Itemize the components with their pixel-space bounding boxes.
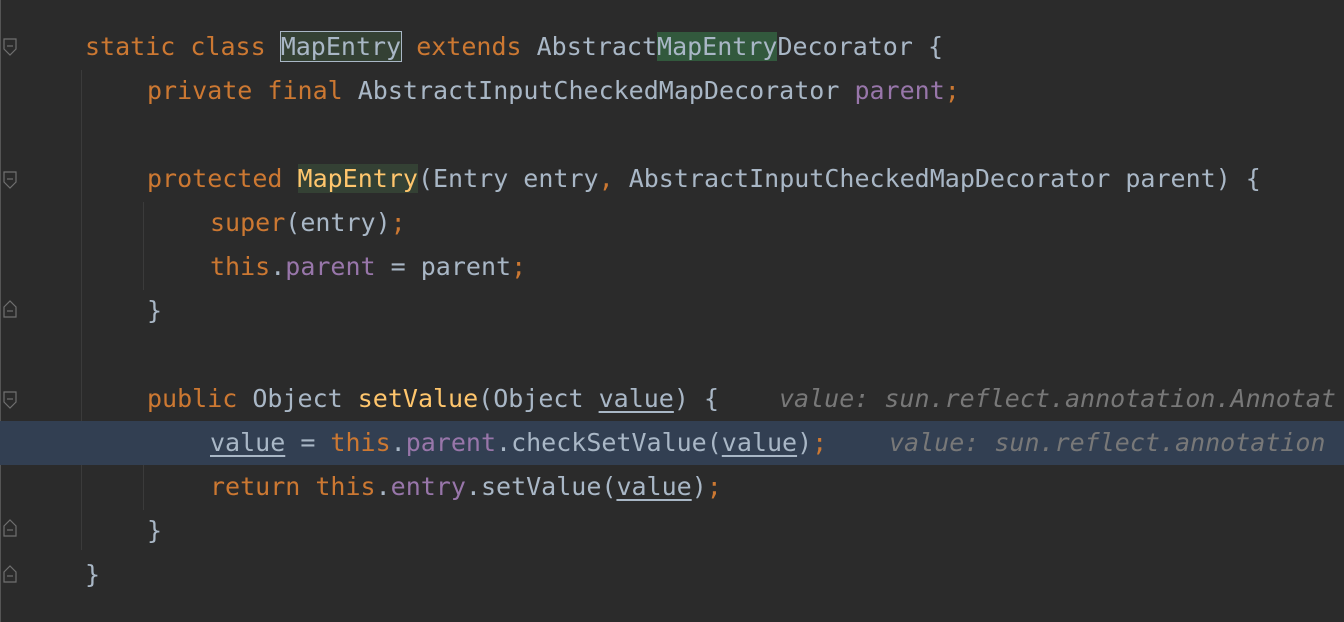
method-call[interactable]: .setValue( <box>466 472 617 501</box>
keyword: final <box>267 76 343 105</box>
paren: ) <box>691 472 707 501</box>
class-name[interactable]: MapEntry <box>279 31 403 62</box>
variable-name[interactable]: value <box>210 428 285 457</box>
type-name[interactable]: Object <box>252 384 342 413</box>
semicolon: ; <box>944 76 960 105</box>
type-name[interactable]: AbstractInputCheckedMapDecorator <box>358 76 840 105</box>
assignment[interactable]: = parent <box>376 252 511 281</box>
code-line-13[interactable]: } <box>0 553 1344 597</box>
keyword: private <box>147 76 253 105</box>
superclass-name[interactable]: Abstract <box>537 32 657 61</box>
keyword: public <box>147 384 238 413</box>
constructor-name[interactable]: MapEntry <box>297 164 418 193</box>
code-line-6[interactable]: this.parent = parent; <box>0 245 1344 289</box>
brace: } <box>147 516 163 545</box>
keyword: static <box>85 32 176 61</box>
argument-name[interactable]: value <box>616 472 691 501</box>
field-name[interactable]: parent <box>285 252 375 281</box>
inline-value-hint: value: sun.reflect.annotation <box>889 428 1326 457</box>
code-text: static class MapEntry extends AbstractMa… <box>85 25 943 69</box>
superclass-name-match[interactable]: MapEntry <box>657 32 778 61</box>
paren: ) <box>797 428 813 457</box>
parameters[interactable]: AbstractInputCheckedMapDecorator parent)… <box>614 164 1261 193</box>
keyword: this <box>210 252 271 281</box>
code-line-7[interactable]: } <box>0 289 1344 333</box>
keyword: super <box>210 208 286 237</box>
code-editor[interactable]: static class MapEntry extends AbstractMa… <box>0 0 1344 622</box>
semicolon: ; <box>812 428 828 457</box>
semicolon: ; <box>706 472 722 501</box>
semicolon: ; <box>390 208 406 237</box>
code-text: protected MapEntry(Entry entry, Abstract… <box>147 157 1261 201</box>
argument-name[interactable]: value <box>722 428 797 457</box>
brace: } <box>147 296 163 325</box>
code-text: value = this.parent.checkSetValue(value)… <box>210 421 827 465</box>
keyword: this <box>315 472 376 501</box>
code-text: private final AbstractInputCheckedMapDec… <box>147 69 960 113</box>
keyword: protected <box>147 164 283 193</box>
dot: . <box>390 428 406 457</box>
parameters[interactable]: (Object <box>478 384 598 413</box>
parameter-name[interactable]: value <box>599 384 674 413</box>
code-line-2[interactable]: private final AbstractInputCheckedMapDec… <box>0 69 1344 113</box>
code-text: this.parent = parent; <box>210 245 526 289</box>
dot: . <box>270 252 286 281</box>
code-line-12[interactable]: } <box>0 509 1344 553</box>
code-line-10[interactable]: value = this.parent.checkSetValue(value)… <box>0 421 1344 465</box>
superclass-name[interactable]: Decorator <box>777 32 912 61</box>
keyword: this <box>330 428 391 457</box>
parameters: ) { <box>673 384 720 413</box>
brace: } <box>85 560 101 589</box>
comma: , <box>598 164 614 193</box>
code-text: public Object setValue(Object value) { <box>147 377 719 421</box>
code-text: super(entry); <box>210 201 406 245</box>
parameters[interactable]: (Entry entry <box>418 164 599 193</box>
code-line-4[interactable]: protected MapEntry(Entry entry, Abstract… <box>0 157 1344 201</box>
keyword: class <box>190 32 266 61</box>
semicolon: ; <box>511 252 527 281</box>
arguments[interactable]: (entry) <box>285 208 390 237</box>
field-name[interactable]: parent <box>406 428 496 457</box>
field-name[interactable]: entry <box>391 472 466 501</box>
code-line-1[interactable]: static class MapEntry extends AbstractMa… <box>0 25 1344 69</box>
method-call[interactable]: .checkSetValue( <box>496 428 722 457</box>
inline-value-hint: value: sun.reflect.annotation.Annotat <box>779 384 1336 413</box>
keyword: extends <box>416 32 522 61</box>
code-line-5[interactable]: super(entry); <box>0 201 1344 245</box>
code-text: return this.entry.setValue(value); <box>210 465 722 509</box>
code-line-9[interactable]: public Object setValue(Object value) { v… <box>0 377 1344 421</box>
assignment: = <box>285 428 331 457</box>
brace: { <box>927 32 944 61</box>
field-name[interactable]: parent <box>854 76 944 105</box>
dot: . <box>375 472 391 501</box>
method-name[interactable]: setValue <box>358 384 478 413</box>
code-line-11[interactable]: return this.entry.setValue(value); <box>0 465 1344 509</box>
keyword: return <box>210 472 301 501</box>
